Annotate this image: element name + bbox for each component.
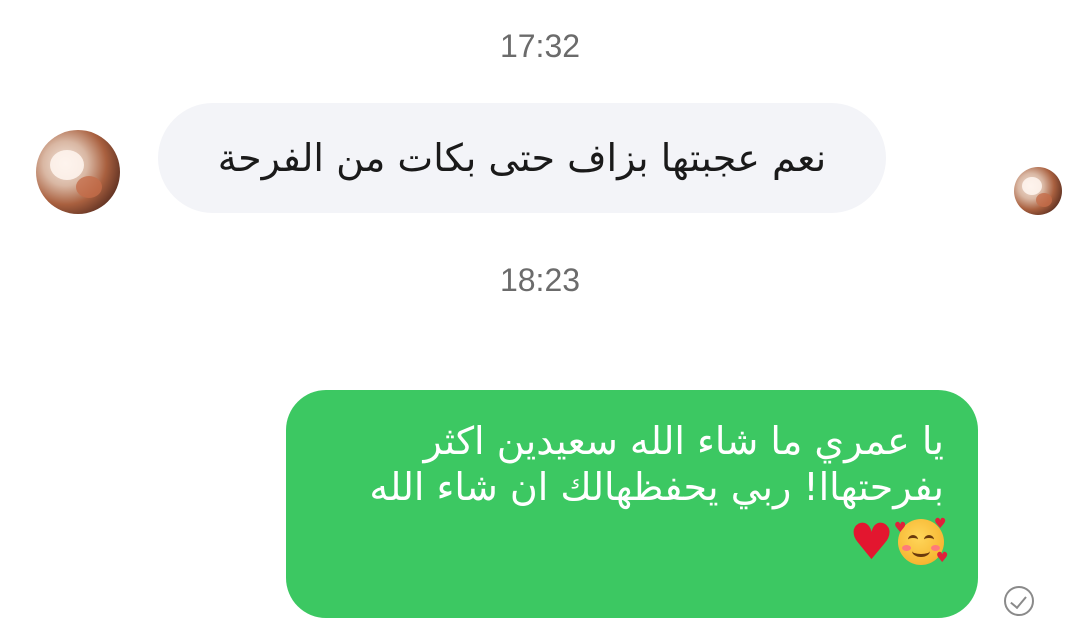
- incoming-message-bubble[interactable]: نعم عجبتها بزاف حتى بكات من الفرحة: [158, 103, 886, 213]
- outgoing-message-line: بفرحتهاا! ربي يحفظهالك ان شاء الله: [369, 465, 944, 509]
- red-heart-icon: ♥: [849, 513, 894, 571]
- incoming-message-text: نعم عجبتها بزاف حتى بكات من الفرحة: [217, 136, 827, 180]
- seen-by-avatar: [1014, 167, 1062, 215]
- timestamp: 17:32: [499, 28, 581, 64]
- timestamp: 18:23: [499, 262, 581, 298]
- emoji-row: ♥ ♥ ♥ ♥: [320, 513, 949, 571]
- smiling-face-with-hearts-icon: ♥ ♥ ♥: [894, 516, 949, 566]
- contact-avatar[interactable]: [36, 130, 120, 214]
- outgoing-message-bubble[interactable]: يا عمري ما شاء الله سعيدين اكثر بفرحتهاا…: [286, 390, 978, 618]
- read-check-icon: [1004, 586, 1034, 616]
- chat-thread: 17:32 نعم عجبتها بزاف حتى بكات من الفرحة…: [0, 0, 1080, 622]
- outgoing-message-line: يا عمري ما شاء الله سعيدين اكثر: [423, 419, 944, 463]
